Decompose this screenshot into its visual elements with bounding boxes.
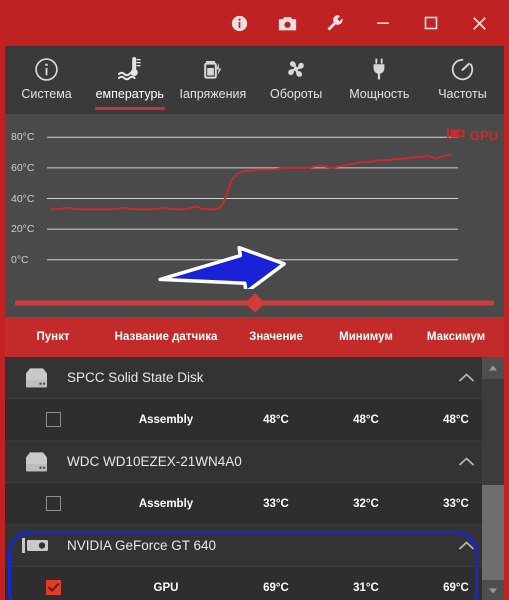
chart-series-gpu xyxy=(51,153,453,211)
tab-power[interactable]: Мощность xyxy=(338,46,421,114)
chart-legend: GPU xyxy=(446,126,498,144)
timeline-slider[interactable] xyxy=(5,289,504,317)
tab-clocks-label: Частоты xyxy=(438,87,487,101)
table-header: Пункт Название датчика Значение Минимум … xyxy=(5,317,504,357)
row-checkbox-cell[interactable] xyxy=(5,412,101,427)
info-button[interactable] xyxy=(215,0,263,46)
tab-voltages-label: Іапряжения xyxy=(179,87,247,101)
row-value: 33°C xyxy=(263,497,289,510)
tab-power-label: Мощность xyxy=(349,87,410,101)
tab-temperatures-label: емпературь xyxy=(95,87,164,101)
thermometer-icon xyxy=(116,54,144,84)
gpu-card-icon xyxy=(5,537,67,554)
minimize-button[interactable] xyxy=(359,0,407,46)
chevron-up-icon[interactable] xyxy=(459,369,474,387)
checkbox-unchecked-icon[interactable] xyxy=(45,412,61,427)
sensor-group-header[interactable]: WDC WD10EZEX-21WN4A0 xyxy=(5,441,504,483)
power-plug-icon xyxy=(367,54,391,84)
checkbox-unchecked-icon[interactable] xyxy=(45,496,61,511)
row-sensor-name: Assembly xyxy=(138,497,194,510)
checkbox-checked-icon[interactable] xyxy=(45,580,61,595)
info-circle-icon xyxy=(34,54,59,84)
scroll-up-button[interactable] xyxy=(482,357,504,379)
header-min[interactable]: Минимум xyxy=(321,331,411,343)
hard-disk-icon xyxy=(5,451,67,472)
timeline-handle[interactable] xyxy=(244,293,265,313)
tab-bar: Система емпературь Іапряжения Обороты Мо… xyxy=(5,46,504,114)
header-item[interactable]: Пункт xyxy=(5,331,101,343)
row-checkbox-cell[interactable] xyxy=(5,496,101,511)
sensor-group-name: SPCC Solid State Disk xyxy=(67,370,204,385)
sensor-table-body: SPCC Solid State Disk Assembly 48°C 48°C 48°… xyxy=(5,357,504,600)
row-sensor-name: GPU xyxy=(153,581,179,594)
tab-temperatures[interactable]: емпературь xyxy=(88,46,171,114)
sensor-group-header[interactable]: SPCC Solid State Disk xyxy=(5,357,504,399)
scrollbar-thumb[interactable] xyxy=(482,485,504,580)
battery-bolt-icon xyxy=(200,54,226,84)
chevron-up-icon[interactable] xyxy=(459,453,474,471)
sensor-group-header[interactable]: NVIDIA GeForce GT 640 xyxy=(5,525,504,567)
maximize-button[interactable] xyxy=(407,0,455,46)
tab-fans[interactable]: Обороты xyxy=(255,46,338,114)
row-minimum: 31°C xyxy=(353,581,379,594)
chart-y-tick-label: 40°C xyxy=(11,192,35,205)
row-value: 69°C xyxy=(263,581,289,594)
tab-fans-label: Обороты xyxy=(270,87,323,101)
tab-clocks[interactable]: Частоты xyxy=(421,46,504,114)
close-button[interactable] xyxy=(455,0,503,46)
sensor-group-name: NVIDIA GeForce GT 640 xyxy=(67,538,217,553)
table-row[interactable]: Assembly 33°C 32°C 33°C xyxy=(5,483,504,525)
table-row[interactable]: GPU 69°C 31°C 69°C xyxy=(5,567,504,600)
hard-disk-icon xyxy=(5,367,67,388)
header-max[interactable]: Максимум xyxy=(411,331,501,343)
gpu-card-icon xyxy=(446,126,467,144)
vertical-scrollbar[interactable] xyxy=(482,357,504,600)
tab-system[interactable]: Система xyxy=(5,46,88,114)
tab-underline xyxy=(94,107,165,110)
title-bar xyxy=(5,0,504,46)
scroll-down-button[interactable] xyxy=(482,580,504,600)
header-value[interactable]: Значение xyxy=(231,331,321,343)
row-checkbox-cell[interactable] xyxy=(5,580,101,595)
tab-system-label: Система xyxy=(21,87,72,101)
chart-y-tick-label: 80°C xyxy=(11,131,35,144)
chart-gridlines xyxy=(47,136,458,261)
tab-voltages[interactable]: Іапряжения xyxy=(171,46,254,114)
sensor-group-name: WDC WD10EZEX-21WN4A0 xyxy=(67,454,242,469)
row-value: 48°C xyxy=(263,413,289,426)
table-row[interactable]: Assembly 48°C 48°C 48°C xyxy=(5,399,504,441)
gauge-icon xyxy=(450,54,475,84)
snapshot-button[interactable] xyxy=(263,0,311,46)
chart-y-tick-label: 60°C xyxy=(11,161,35,174)
chart-canvas xyxy=(47,136,458,261)
chart-y-tick-label: 20°C xyxy=(11,223,35,236)
fan-icon xyxy=(283,54,309,84)
temperature-chart: 0°C 20°C 40°C 60°C 80°C GPU xyxy=(5,114,504,289)
row-minimum: 48°C xyxy=(353,413,379,426)
hardware-monitor-window: Система емпературь Іапряжения Обороты Мо… xyxy=(0,0,509,600)
settings-button[interactable] xyxy=(311,0,359,46)
chart-y-tick-label: 0°C xyxy=(11,253,29,266)
row-sensor-name: Assembly xyxy=(138,413,194,426)
chart-legend-gpu-label: GPU xyxy=(469,127,498,143)
chevron-up-icon[interactable] xyxy=(459,537,474,555)
row-minimum: 32°C xyxy=(353,497,379,510)
header-sensor[interactable]: Название датчика xyxy=(101,331,231,343)
